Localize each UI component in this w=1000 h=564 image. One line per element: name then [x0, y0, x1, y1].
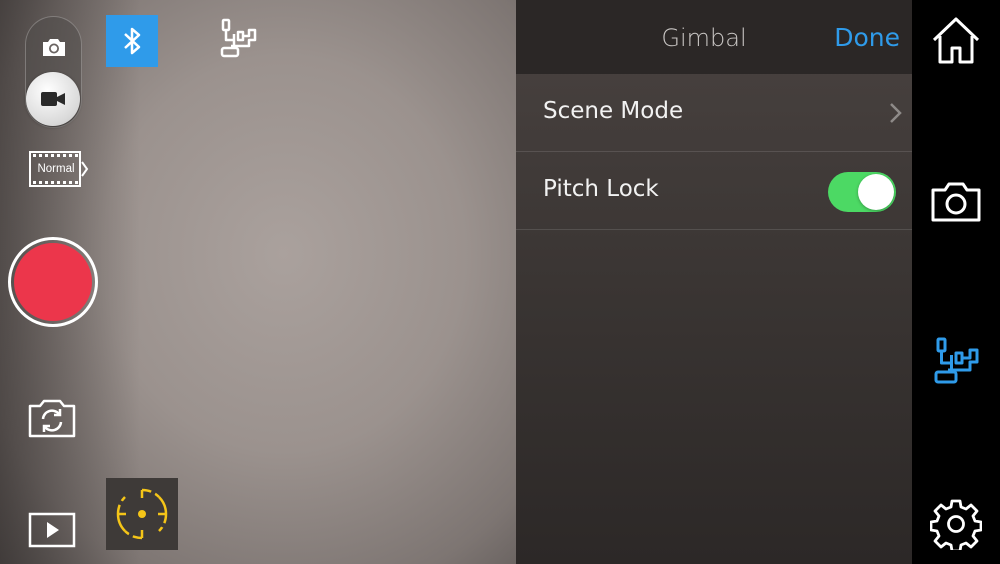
- gimbal-settings-button[interactable]: [930, 336, 982, 388]
- pitch-lock-row: Pitch Lock: [516, 152, 912, 230]
- filter-selector[interactable]: Normal: [29, 150, 91, 190]
- tracking-target-icon: [116, 488, 168, 540]
- record-button[interactable]: [8, 237, 98, 327]
- right-nav-bar: [912, 0, 1000, 564]
- record-indicator: [14, 243, 92, 321]
- playback-button[interactable]: [28, 512, 78, 548]
- gimbal-settings-panel: Gimbal Done Scene Mode Pitch Lock: [516, 0, 912, 564]
- home-button[interactable]: [930, 14, 982, 66]
- pitch-lock-toggle[interactable]: [828, 172, 896, 212]
- done-button[interactable]: Done: [834, 23, 900, 52]
- video-mode-button[interactable]: [26, 72, 80, 126]
- photo-mode-icon[interactable]: [40, 35, 68, 59]
- filter-label: Normal: [37, 163, 75, 175]
- subject-tracking-button[interactable]: [106, 478, 178, 550]
- camera-settings-button[interactable]: [930, 176, 982, 228]
- pitch-lock-label: Pitch Lock: [543, 176, 659, 202]
- bluetooth-icon: [124, 27, 141, 55]
- gimbal-icon: [934, 337, 979, 384]
- app-settings-button[interactable]: [929, 498, 983, 553]
- flip-camera-button[interactable]: [26, 396, 78, 440]
- play-icon: [28, 512, 76, 548]
- flip-camera-icon: [28, 399, 76, 438]
- scene-mode-row[interactable]: Scene Mode: [516, 74, 912, 152]
- chevron-right-icon: [890, 103, 902, 123]
- gear-icon: [929, 499, 983, 553]
- video-camera-icon: [41, 92, 65, 106]
- toggle-knob: [858, 174, 894, 210]
- camera-icon: [931, 182, 981, 222]
- scene-mode-label: Scene Mode: [543, 98, 684, 124]
- bluetooth-button[interactable]: [106, 15, 158, 67]
- gimbal-status-icon[interactable]: [216, 18, 260, 60]
- panel-header: Gimbal Done: [516, 0, 912, 74]
- home-icon: [932, 17, 980, 64]
